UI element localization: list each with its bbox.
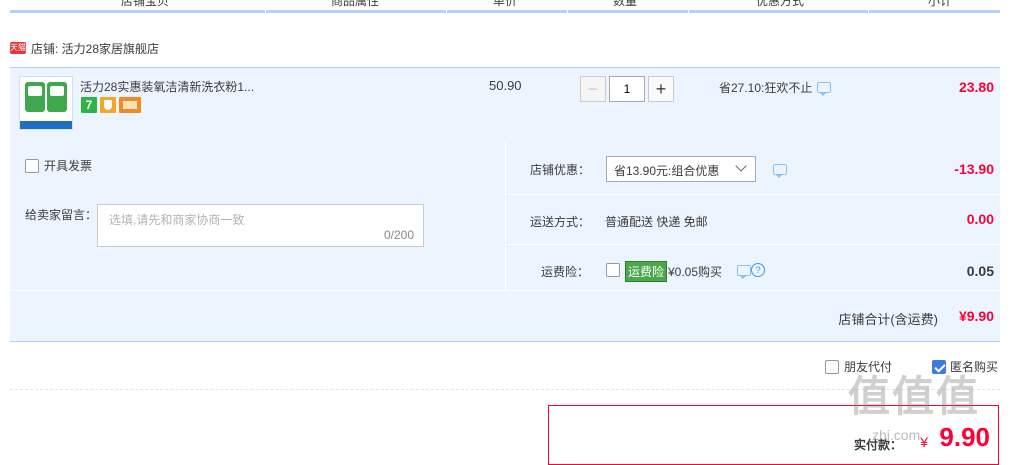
actual-pay-amount: 9.90 xyxy=(939,422,990,452)
actual-pay-currency: ¥ xyxy=(920,434,928,450)
shipping-label: 运送方式： xyxy=(530,215,591,229)
quantity-minus-button[interactable]: − xyxy=(580,76,606,102)
insurance-value: 0.05 xyxy=(966,263,994,279)
credit-card-icon[interactable] xyxy=(119,97,141,113)
quantity-plus-button[interactable]: + xyxy=(648,76,674,102)
item-promotion: 省27.10:狂欢不止 xyxy=(719,79,832,96)
column-header-quantity: 数量 xyxy=(612,0,637,8)
message-char-count: 0/200 xyxy=(383,228,414,242)
quantity-input[interactable] xyxy=(609,76,645,102)
shop-line: 天猫 店铺: 活力28家居旗舰店 xyxy=(10,40,159,56)
insurance-checkbox[interactable] xyxy=(606,263,620,277)
column-header-subtotal: 小计 xyxy=(927,0,952,8)
order-notes-area: 开具发票 给卖家留言： 选填,请先和商家协商一致 0/200 xyxy=(10,142,505,290)
quantity-stepper: − + xyxy=(580,76,674,102)
insurance-price: ¥0.05购买 xyxy=(668,265,723,279)
service-icons: 7 xyxy=(81,97,141,113)
guarantee-shield-icon[interactable] xyxy=(100,97,116,113)
item-promotion-text: 省27.10:狂欢不止 xyxy=(719,81,813,95)
seller-message-input[interactable]: 选填,请先和商家协商一致 0/200 xyxy=(97,204,424,247)
seven-day-return-icon[interactable]: 7 xyxy=(81,97,97,113)
shop-total-label: 店铺合计(含运费) xyxy=(838,312,938,327)
column-header-price: 单价 xyxy=(492,0,517,8)
cart-item-row: 活力28实惠装氧洁清新洗衣粉1... 7 50.90 − + 省27.10:狂欢… xyxy=(10,67,1000,143)
item-subtotal: 23.80 xyxy=(958,79,994,95)
unit-price: 50.90 xyxy=(489,78,522,93)
order-options-panel: 开具发票 给卖家留言： 选填,请先和商家协商一致 0/200 店铺优惠： 省13… xyxy=(10,142,1000,342)
help-icon[interactable]: ? xyxy=(751,263,765,277)
insurance-label: 运费险： xyxy=(541,265,590,279)
watermark-url: zhi.com xyxy=(872,427,921,443)
column-header-attributes: 商品属性 xyxy=(330,0,379,8)
invoice-checkbox[interactable] xyxy=(25,158,39,173)
column-header-bar: 店铺宝贝 商品属性 单价 数量 优惠方式 小计 xyxy=(10,0,1000,13)
column-header-promotion: 优惠方式 xyxy=(755,0,804,8)
message-label: 给卖家留言： xyxy=(25,208,98,222)
insurance-badge: 运费险 xyxy=(625,261,668,282)
message-placeholder: 选填,请先和商家协商一致 xyxy=(109,213,245,227)
invoice-option[interactable]: 开具发票 xyxy=(25,157,92,174)
shop-discount-selected: 省13.90元:组合优惠 xyxy=(614,164,720,178)
chat-icon[interactable] xyxy=(773,164,787,178)
shop-discount-select[interactable]: 省13.90元:组合优惠 xyxy=(606,156,756,182)
shop-discount-label: 店铺优惠： xyxy=(530,163,591,177)
invoice-label: 开具发票 xyxy=(44,159,93,173)
shop-name-link[interactable]: 店铺: 活力28家居旗舰店 xyxy=(31,40,159,57)
chevron-down-icon xyxy=(735,160,747,172)
column-header-item: 店铺宝贝 xyxy=(120,0,169,8)
tmall-icon: 天猫 xyxy=(10,42,26,54)
product-thumbnail[interactable] xyxy=(19,76,73,130)
shop-discount-value: -13.90 xyxy=(954,161,994,177)
chat-icon[interactable] xyxy=(817,82,832,96)
product-title-link[interactable]: 活力28实惠装氧洁清新洗衣粉1... xyxy=(80,78,270,95)
friend-pay-checkbox[interactable] xyxy=(825,359,839,374)
shop-total-value: ¥9.90 xyxy=(958,308,994,324)
shipping-method: 普通配送 快递 免邮 xyxy=(605,215,708,229)
shipping-fee: 0.00 xyxy=(966,211,994,227)
watermark-logo: 值值值 xyxy=(848,373,981,420)
chat-icon[interactable] xyxy=(737,265,751,279)
